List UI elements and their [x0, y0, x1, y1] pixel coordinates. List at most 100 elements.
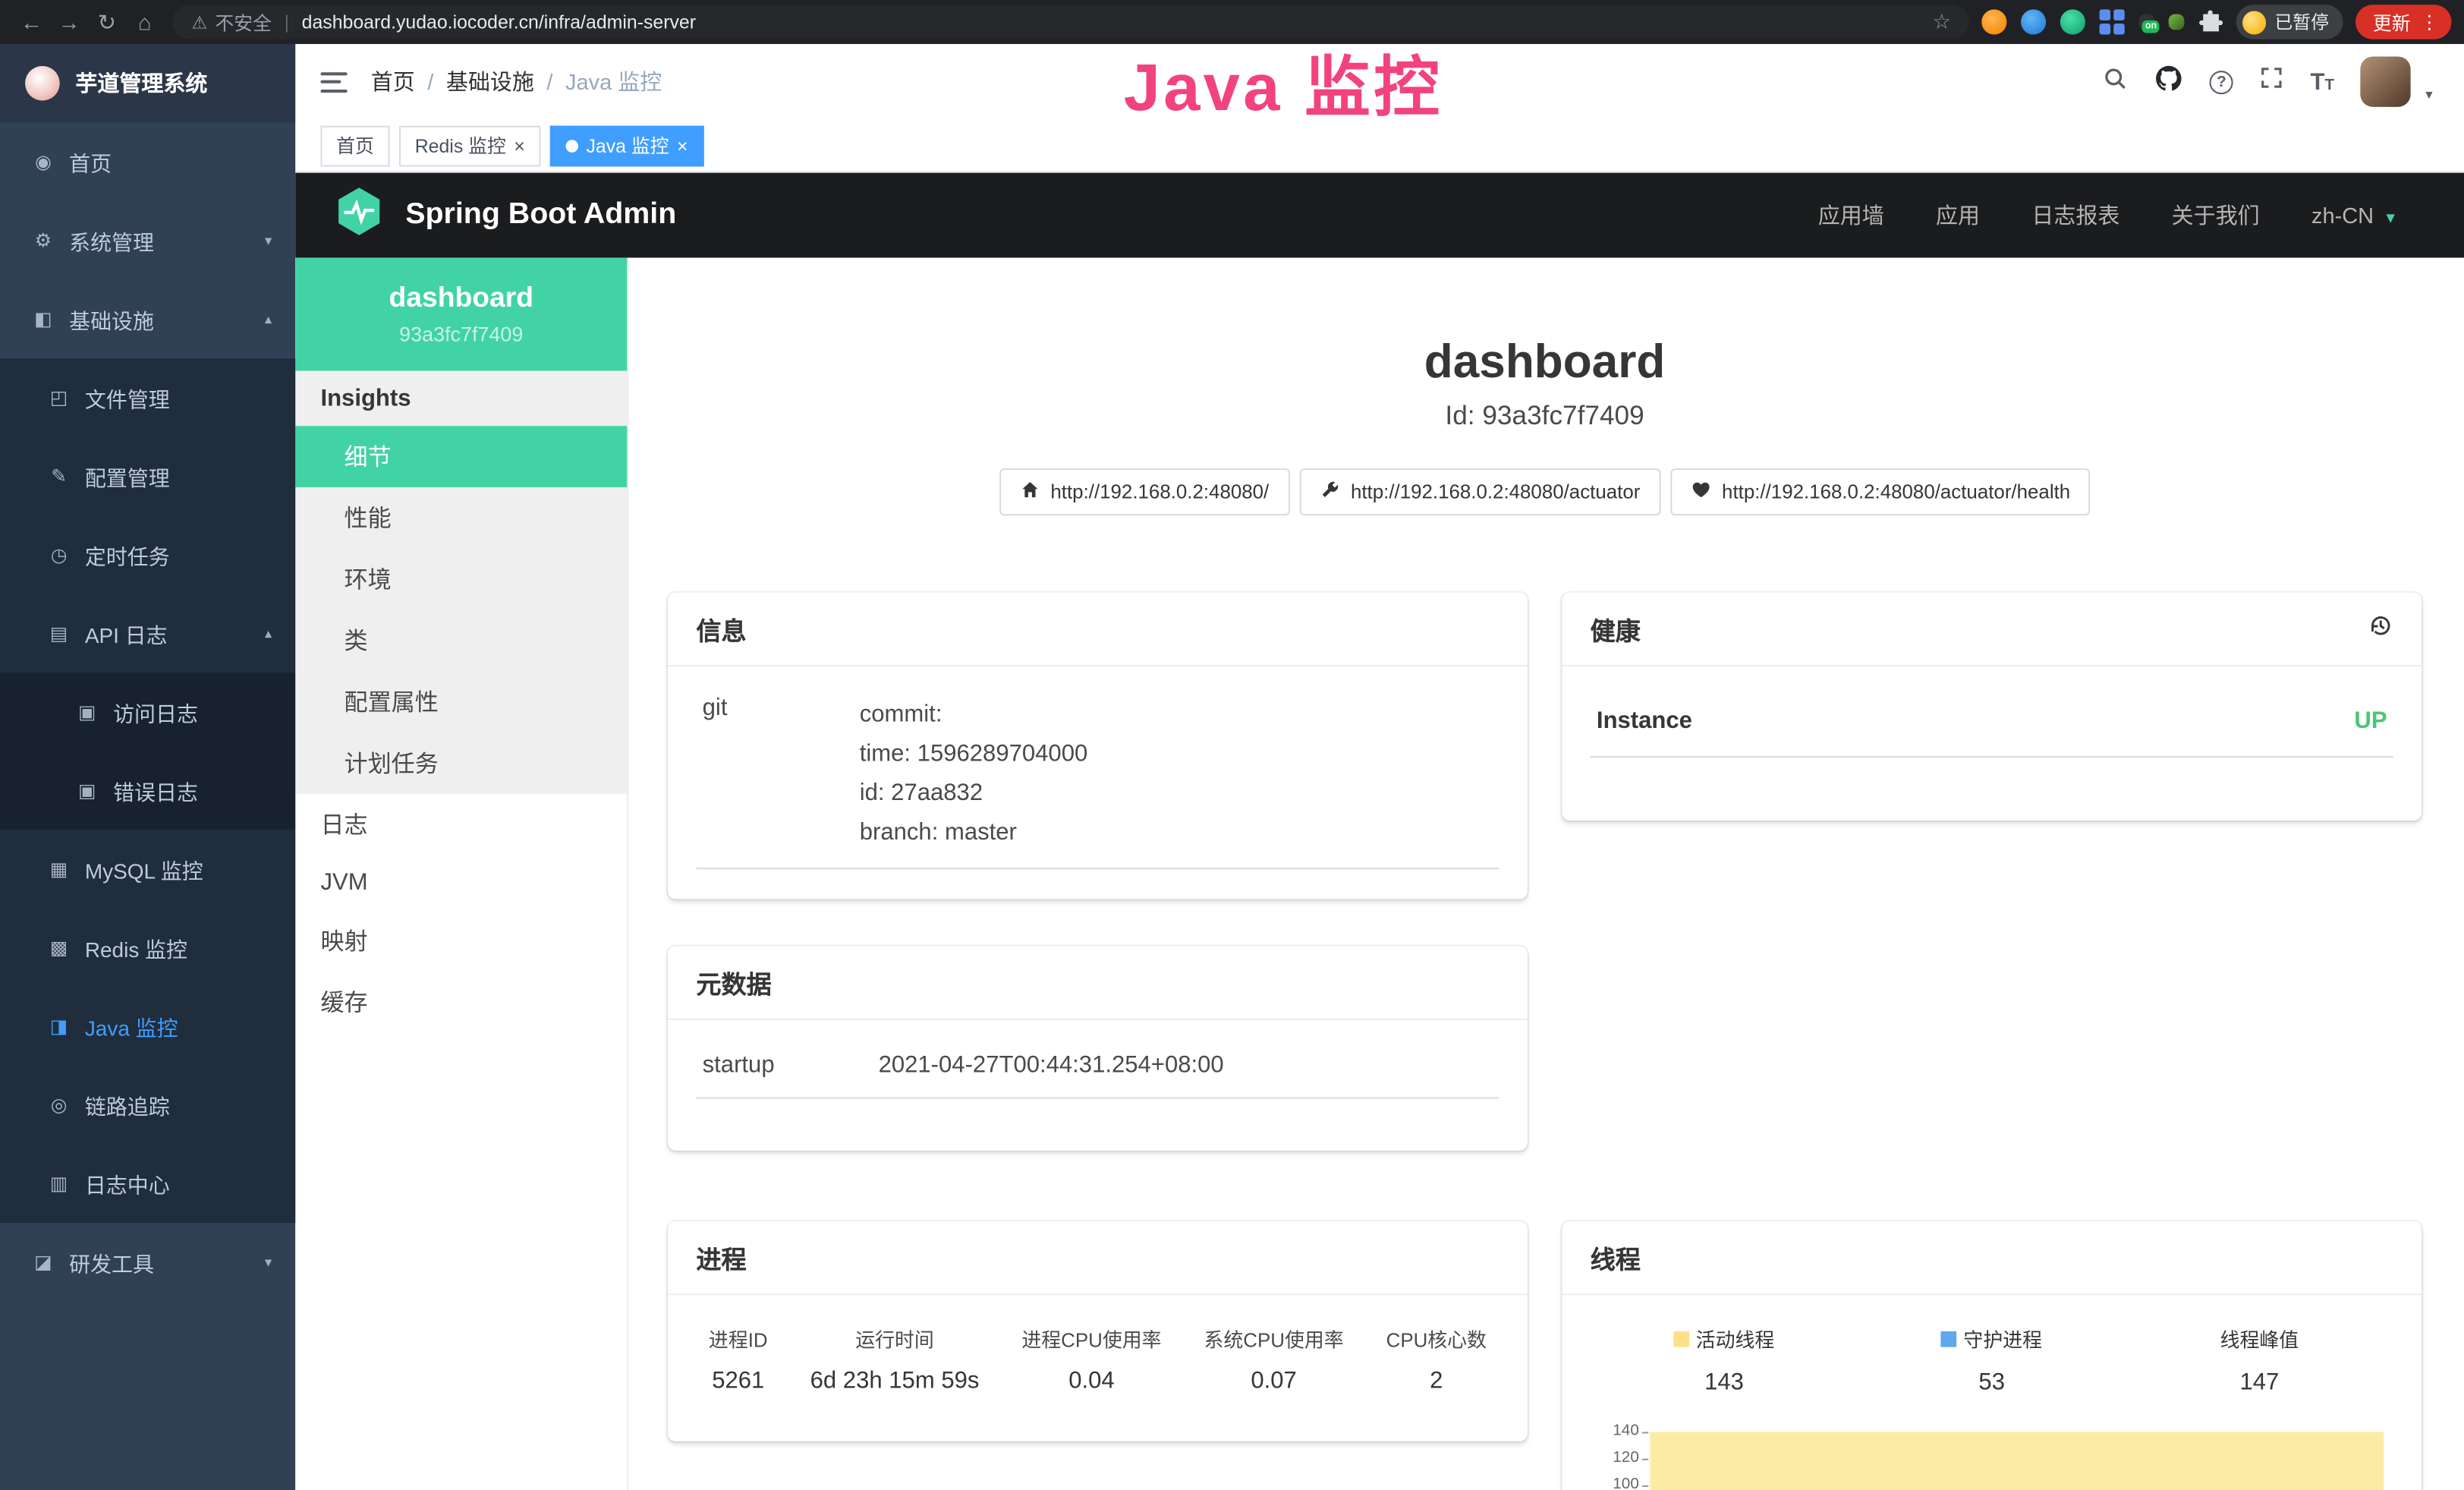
- log-icon: ▤: [47, 622, 71, 644]
- sidebar-item-infra[interactable]: ◧ 基础设施 ▴: [0, 280, 295, 359]
- sba-item-metrics[interactable]: 性能: [295, 487, 627, 549]
- threads-legend: 活动线程 143 守护进程 53 线程峰值: [1591, 1317, 2393, 1396]
- close-icon[interactable]: ×: [677, 136, 688, 155]
- info-row-git: git commit: time: 1596289704000 id: 27aa…: [696, 688, 1499, 869]
- eye-icon: ◎: [47, 1094, 71, 1116]
- reload-icon[interactable]: ↻: [88, 3, 126, 41]
- metadata-key: startup: [703, 1051, 879, 1078]
- divider: |: [285, 11, 289, 33]
- sba-item-configprops[interactable]: 配置属性: [295, 671, 627, 732]
- bookmark-star-icon[interactable]: ☆: [1933, 9, 1951, 34]
- fullscreen-icon[interactable]: [2260, 66, 2283, 97]
- sba-nav-wall[interactable]: 应用墙: [1818, 200, 1884, 231]
- sba-nav-applications[interactable]: 应用: [1936, 200, 1980, 231]
- sidebar-item-files[interactable]: ◰ 文件管理: [0, 358, 295, 437]
- sba-language-select[interactable]: zh-CN ▾: [2311, 203, 2395, 228]
- sidebar-item-redis[interactable]: ▩ Redis 监控: [0, 909, 295, 988]
- chevron-down-icon: ▾: [265, 1253, 272, 1271]
- extension-grid-icon[interactable]: [2101, 9, 2126, 34]
- sba-nav-journal[interactable]: 日志报表: [2031, 200, 2119, 231]
- home-icon[interactable]: ⌂: [126, 3, 164, 41]
- info-value: commit: time: 1596289704000 id: 27aa832 …: [860, 695, 1088, 852]
- extension-icon[interactable]: [1982, 9, 2007, 34]
- extension-icon[interactable]: [2022, 9, 2047, 34]
- sba-item-details[interactable]: 细节: [295, 426, 627, 487]
- search-icon[interactable]: [2103, 65, 2128, 98]
- puzzle-icon[interactable]: [2199, 9, 2224, 34]
- sba-item-scheduled-tasks[interactable]: 计划任务: [295, 732, 627, 794]
- breadcrumb-section[interactable]: 基础设施: [446, 66, 534, 97]
- tab-java-monitor[interactable]: Java 监控 ×: [550, 125, 703, 166]
- url-text[interactable]: dashboard.yudao.iocoder.cn/infra/admin-s…: [302, 11, 696, 33]
- legend-daemon-threads: 守护进程 53: [1858, 1324, 2126, 1396]
- log-center-icon: ▥: [47, 1173, 71, 1195]
- health-heart-icon: [1691, 480, 1711, 505]
- sidebar-item-system[interactable]: ⚙ 系统管理 ▾: [0, 201, 295, 280]
- user-avatar[interactable]: [2361, 57, 2411, 107]
- sidebar-item-error-log[interactable]: ▣ 错误日志: [0, 751, 295, 830]
- actuator-url-link[interactable]: http://192.168.0.2:48080/actuator: [1299, 468, 1661, 515]
- link-url: http://192.168.0.2:48080/: [1050, 481, 1269, 503]
- metadata-value: 2021-04-27T00:44:31.254+08:00: [879, 1051, 1224, 1078]
- sba-instance-header[interactable]: dashboard 93a3fc7f7409: [295, 258, 627, 371]
- sba-item-jvm[interactable]: JVM: [295, 855, 627, 910]
- extension-icon[interactable]: [2061, 9, 2086, 34]
- sba-item-environment[interactable]: 环境: [295, 549, 627, 610]
- warning-icon[interactable]: ⚠: [192, 12, 207, 33]
- github-icon[interactable]: [2154, 64, 2182, 100]
- tab-label: Java 监控: [587, 132, 669, 159]
- font-size-icon[interactable]: TT: [2310, 68, 2334, 95]
- sidebar-item-log-center[interactable]: ▥ 日志中心: [0, 1145, 295, 1224]
- extension-switch-icon[interactable]: on: [2139, 14, 2155, 30]
- doc-icon: ▣: [75, 780, 99, 802]
- extension-icon[interactable]: [2170, 14, 2186, 30]
- sidebar-item-api-log[interactable]: ▤ API 日志 ▴: [0, 594, 295, 673]
- info-card: 信息 git commit: time: 1596289704000 id: 2…: [668, 593, 1528, 899]
- sba-item-logs[interactable]: 日志: [295, 794, 627, 855]
- sidebar-item-java-monitor[interactable]: ◨ Java 监控: [0, 987, 295, 1066]
- breadcrumb-home[interactable]: 首页: [371, 66, 415, 97]
- sidebar-item-label: 首页: [69, 146, 112, 178]
- profile-status: 已暂停: [2274, 9, 2328, 34]
- instance-links: http://192.168.0.2:48080/ http://192.168…: [668, 468, 2422, 515]
- tab-redis-monitor[interactable]: Redis 监控 ×: [399, 125, 540, 166]
- sidebar-item-jobs[interactable]: ◷ 定时任务: [0, 515, 295, 594]
- app-sidebar: 芋道管理系统 ◉ 首页 ⚙ 系统管理 ▾ ◧ 基础设施 ▴ ◰ 文件管理 ✎: [0, 44, 295, 1490]
- doc-icon: ▣: [75, 701, 99, 723]
- sba-nav-about[interactable]: 关于我们: [2172, 200, 2260, 231]
- sba-item-mappings[interactable]: 映射: [295, 910, 627, 972]
- sidebar-item-access-log[interactable]: ▣ 访问日志: [0, 673, 295, 751]
- sidebar-item-trace[interactable]: ◎ 链路追踪: [0, 1066, 295, 1145]
- sidebar-item-config[interactable]: ✎ 配置管理: [0, 437, 295, 516]
- tab-label: 首页: [336, 132, 374, 159]
- sidebar-item-mysql[interactable]: ▦ MySQL 监控: [0, 830, 295, 909]
- mysql-icon: ▦: [47, 858, 71, 880]
- profile-avatar: [2243, 10, 2267, 33]
- sba-item-caches[interactable]: 缓存: [295, 972, 627, 1033]
- sidebar-item-label: API 日志: [85, 618, 168, 649]
- security-label: 不安全: [215, 8, 272, 35]
- instance-label: Instance: [1597, 707, 1692, 734]
- back-icon[interactable]: ←: [13, 3, 51, 41]
- profile-chip[interactable]: 已暂停: [2237, 5, 2343, 39]
- app-title: 芋道管理系统: [75, 68, 207, 99]
- health-url-link[interactable]: http://192.168.0.2:48080/actuator/health: [1670, 468, 2091, 515]
- tab-home[interactable]: 首页: [320, 125, 389, 166]
- service-url-link[interactable]: http://192.168.0.2:48080/: [999, 468, 1289, 515]
- metadata-row-startup: startup 2021-04-27T00:44:31.254+08:00: [696, 1045, 1499, 1098]
- sidebar-item-home[interactable]: ◉ 首页: [0, 123, 295, 202]
- breadcrumb-separator: /: [546, 69, 552, 94]
- address-bar[interactable]: ⚠ 不安全 | dashboard.yudao.iocoder.cn/infra…: [173, 5, 1970, 39]
- tools-icon: ◪: [31, 1251, 55, 1273]
- logo-avatar: [25, 66, 60, 101]
- forward-icon[interactable]: →: [50, 3, 88, 41]
- hamburger-icon[interactable]: [320, 71, 347, 92]
- sba-item-classes[interactable]: 类: [295, 610, 627, 671]
- sidebar-item-dev-tools[interactable]: ◪ 研发工具 ▾: [0, 1223, 295, 1302]
- menu-kebab-icon[interactable]: ⋮: [2420, 11, 2439, 33]
- update-button[interactable]: 更新 ⋮: [2355, 5, 2451, 39]
- history-icon[interactable]: [2368, 613, 2393, 645]
- close-icon[interactable]: ×: [514, 136, 525, 155]
- chevron-down-icon: ▾: [2386, 209, 2394, 228]
- help-icon[interactable]: ?: [2210, 70, 2233, 93]
